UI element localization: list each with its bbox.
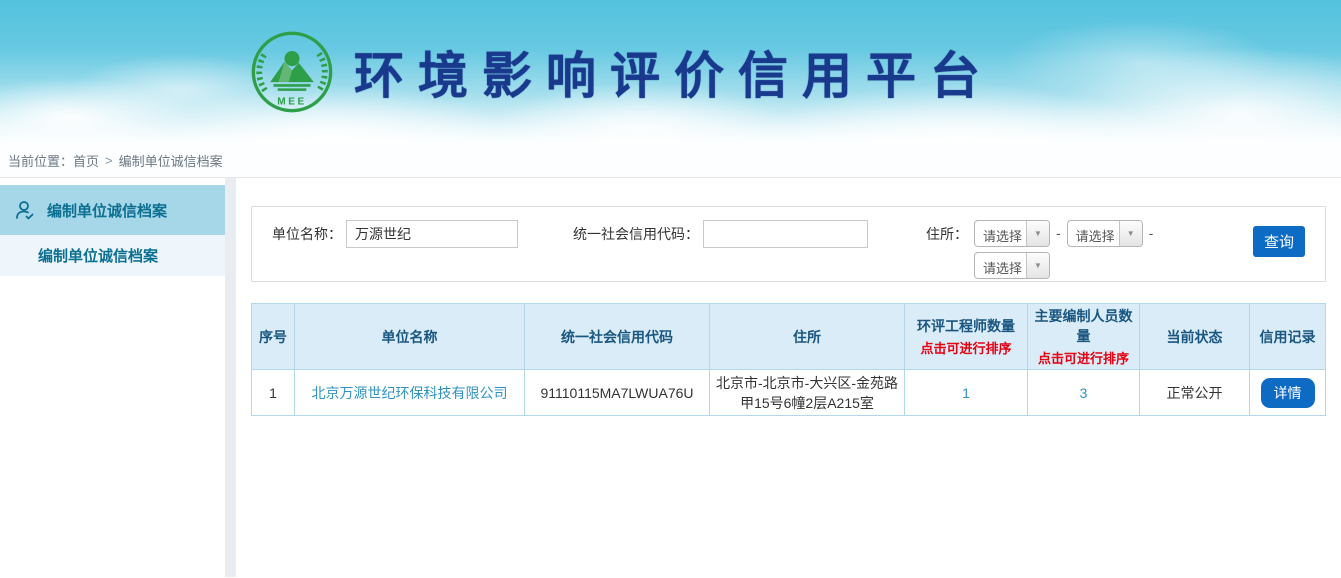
col-address: 住所	[710, 304, 905, 370]
city-select[interactable]: 请选择 ▼	[1067, 220, 1143, 247]
query-button[interactable]: 查询	[1253, 226, 1305, 257]
table-header-row: 序号 单位名称 统一社会信用代码 住所 环评工程师数量 点击可进行排序 主要编制…	[252, 304, 1326, 370]
col-engineer-count-label: 环评工程师数量	[917, 318, 1015, 334]
status-cell: 正常公开	[1140, 370, 1250, 416]
breadcrumb-separator: >	[105, 153, 113, 168]
sort-hint: 点击可进行排序	[909, 338, 1023, 357]
province-select-value: 请选择	[975, 221, 1026, 246]
unit-name-link[interactable]: 北京万源世纪环保科技有限公司	[312, 385, 508, 401]
select-dash: -	[1056, 220, 1061, 247]
sidebar-subitem-label: 编制单位诚信档案	[38, 245, 158, 266]
content-area: 编制单位诚信档案 编制单位诚信档案 单位名称： 统一社会信用代码： 住所： 请选…	[0, 178, 1341, 577]
chevron-down-icon[interactable]: ▼	[1119, 221, 1142, 246]
result-table: 序号 单位名称 统一社会信用代码 住所 环评工程师数量 点击可进行排序 主要编制…	[251, 303, 1326, 416]
row-index: 1	[252, 370, 295, 416]
city-select-value: 请选择	[1068, 221, 1119, 246]
breadcrumb-prefix: 当前位置：	[8, 151, 73, 170]
col-status: 当前状态	[1140, 304, 1250, 370]
sidebar-subitem-unit-credit-archive[interactable]: 编制单位诚信档案	[0, 235, 225, 276]
col-index: 序号	[252, 304, 295, 370]
credit-code-input[interactable]	[703, 220, 868, 248]
unit-name-label: 单位名称：	[272, 220, 342, 248]
district-select-value: 请选择	[975, 253, 1026, 278]
credit-code-cell: 91110115MA7LWUA76U	[525, 370, 710, 416]
unit-name-input[interactable]	[346, 220, 518, 248]
col-staff-count-sortable[interactable]: 主要编制人员数量 点击可进行排序	[1028, 304, 1140, 370]
user-check-icon	[13, 198, 37, 222]
chevron-down-icon[interactable]: ▼	[1026, 253, 1049, 278]
engineer-count-link[interactable]: 1	[962, 385, 970, 401]
main-panel: 单位名称： 统一社会信用代码： 住所： 请选择 ▼ - 请选择	[236, 178, 1341, 577]
sidebar-divider	[225, 178, 236, 577]
sidebar-item-unit-credit-archive[interactable]: 编制单位诚信档案	[0, 185, 225, 235]
sidebar: 编制单位诚信档案 编制单位诚信档案	[0, 178, 225, 577]
col-unit-name: 单位名称	[295, 304, 525, 370]
col-credit-code: 统一社会信用代码	[525, 304, 710, 370]
breadcrumb-home-link[interactable]: 首页	[73, 151, 99, 170]
province-select[interactable]: 请选择 ▼	[974, 220, 1050, 247]
sort-hint: 点击可进行排序	[1032, 348, 1135, 367]
address-cell: 北京市-北京市-大兴区-金苑路甲15号6幢2层A215室	[710, 370, 905, 416]
mee-emblem-icon: MEE	[250, 30, 334, 114]
breadcrumb-current: 编制单位诚信档案	[119, 151, 223, 170]
table-row: 1 北京万源世纪环保科技有限公司 91110115MA7LWUA76U 北京市-…	[252, 370, 1326, 416]
credit-code-label: 统一社会信用代码：	[573, 220, 699, 248]
chevron-down-icon[interactable]: ▼	[1026, 221, 1049, 246]
col-staff-count-label: 主要编制人员数量	[1035, 308, 1133, 344]
breadcrumb: 当前位置： 首页 > 编制单位诚信档案	[0, 143, 1341, 178]
col-engineer-count-sortable[interactable]: 环评工程师数量 点击可进行排序	[905, 304, 1028, 370]
credit-code-group: 统一社会信用代码：	[573, 220, 868, 248]
site-header: MEE 环境影响评价信用平台	[0, 0, 1341, 143]
sidebar-item-label: 编制单位诚信档案	[47, 200, 167, 221]
staff-count-link[interactable]: 3	[1080, 385, 1088, 401]
select-dash: -	[1149, 220, 1154, 247]
district-select[interactable]: 请选择 ▼	[974, 252, 1050, 279]
detail-button[interactable]: 详情	[1261, 378, 1315, 408]
svg-text:MEE: MEE	[277, 96, 306, 107]
address-group: 住所： 请选择 ▼ - 请选择 ▼ -	[926, 220, 1153, 279]
search-panel: 单位名称： 统一社会信用代码： 住所： 请选择 ▼ - 请选择	[251, 206, 1326, 282]
page-title: 环境影响评价信用平台	[354, 36, 994, 108]
col-credit-record: 信用记录	[1250, 304, 1326, 370]
address-selects: 请选择 ▼ - 请选择 ▼ - 请选择 ▼	[974, 220, 1153, 279]
address-label: 住所：	[926, 220, 968, 279]
